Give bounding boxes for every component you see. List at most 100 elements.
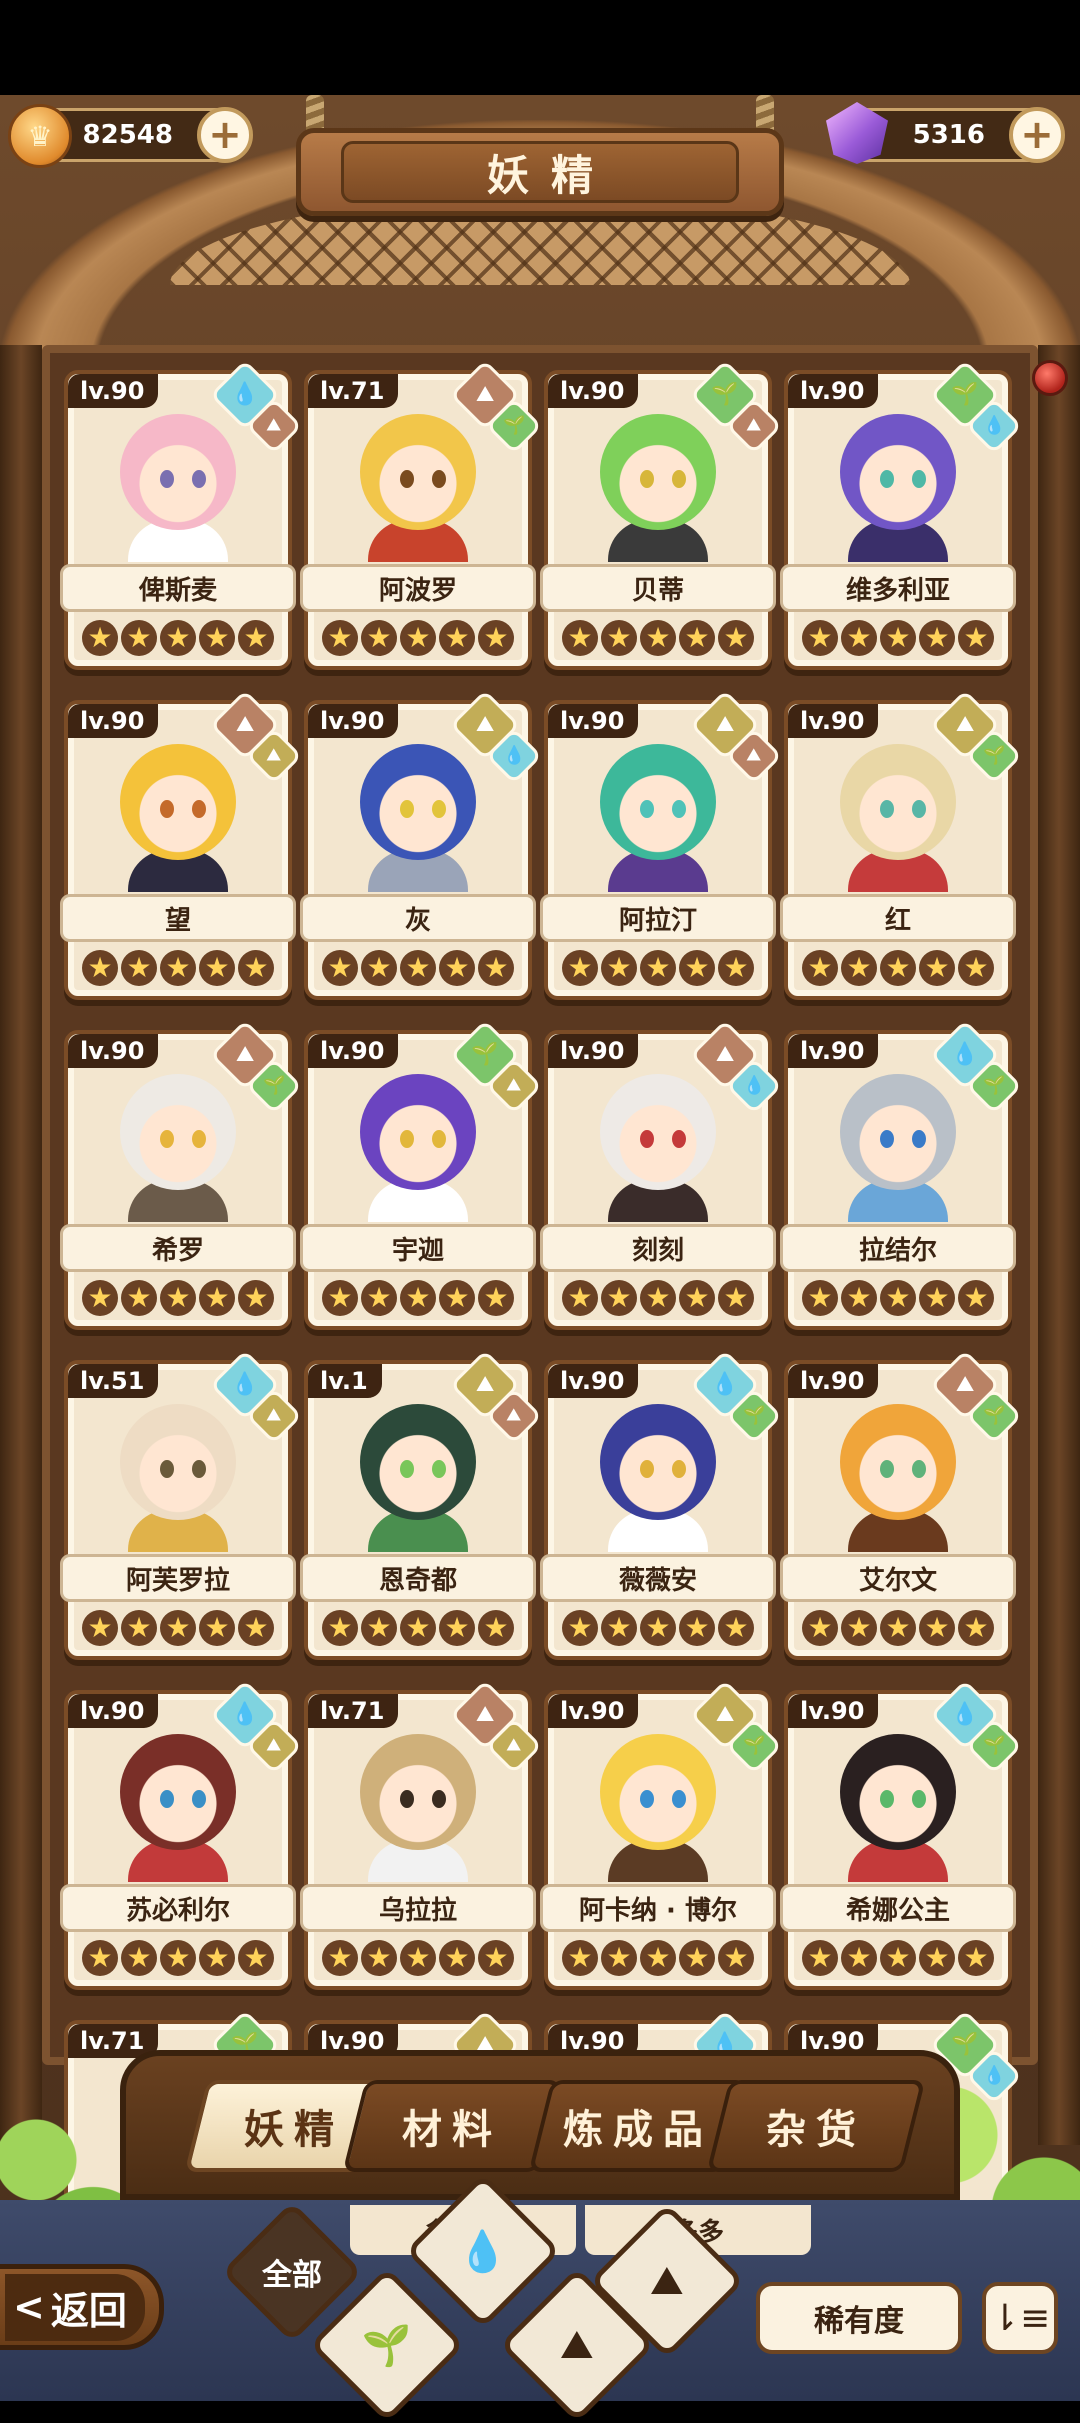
level-label: lv.71 xyxy=(308,1694,399,1728)
fairy-card[interactable]: lv.90 ⛰ 🌱 阿卡纳 · 博尔 ★ ★ ★ ★ ★ xyxy=(540,1679,783,1990)
star-icon: ★ xyxy=(439,950,475,986)
star-icon: ★ xyxy=(238,620,274,656)
fairy-card[interactable]: lv.1 ⛰ ⛰ 恩奇都 ★ ★ ★ ★ ★ xyxy=(300,1349,543,1660)
fairy-card[interactable]: lv.90 ⛰ 🌱 希罗 ★ ★ ★ ★ ★ xyxy=(60,1019,303,1330)
star-rating: ★ ★ ★ ★ ★ xyxy=(68,950,288,990)
fairy-card[interactable]: lv.90 🌱 💧 维多利亚 ★ ★ ★ ★ ★ xyxy=(780,359,1023,670)
star-icon: ★ xyxy=(121,950,157,986)
star-icon: ★ xyxy=(361,950,397,986)
star-icon: ★ xyxy=(640,1940,676,1976)
fairy-card[interactable]: lv.90 ⛰ 🌱 红 ★ ★ ★ ★ ★ xyxy=(780,689,1023,1000)
star-rating: ★ ★ ★ ★ ★ xyxy=(548,1280,768,1320)
fairy-name: 维多利亚 xyxy=(780,564,1016,612)
star-icon: ★ xyxy=(718,620,754,656)
star-icon: ★ xyxy=(841,1610,877,1646)
fairy-card[interactable]: lv.71 ⛰ 🌱 阿波罗 ★ ★ ★ ★ ★ xyxy=(300,359,543,670)
star-icon: ★ xyxy=(121,1940,157,1976)
star-icon: ★ xyxy=(238,950,274,986)
star-icon: ★ xyxy=(802,1280,838,1316)
fairy-card[interactable]: lv.90 💧 🌱 希娜公主 ★ ★ ★ ★ ★ xyxy=(780,1679,1023,1990)
star-icon: ★ xyxy=(400,620,436,656)
level-label: lv.90 xyxy=(308,704,399,738)
back-button[interactable]: < 返回 xyxy=(0,2264,164,2350)
star-icon: ★ xyxy=(400,1940,436,1976)
level-label: lv.51 xyxy=(68,1364,159,1398)
tab-label: 杂货 xyxy=(766,2107,866,2153)
star-icon: ★ xyxy=(601,1610,637,1646)
fairy-card[interactable]: lv.90 ⛰ ⛰ 阿拉汀 ★ ★ ★ ★ ★ xyxy=(540,689,783,1000)
sort-order-button[interactable]: ⇂≡ xyxy=(982,2282,1058,2354)
fairy-name: 乌拉拉 xyxy=(300,1884,536,1932)
add-coins-button[interactable]: + xyxy=(197,107,253,163)
fairy-card[interactable]: lv.90 ⛰ ⛰ 望 ★ ★ ★ ★ ★ xyxy=(60,689,303,1000)
coin-amount: 82548 xyxy=(82,120,173,150)
star-icon: ★ xyxy=(841,950,877,986)
star-icon: ★ xyxy=(160,1610,196,1646)
star-rating: ★ ★ ★ ★ ★ xyxy=(68,620,288,660)
page-title: 妖精 xyxy=(341,141,739,203)
star-rating: ★ ★ ★ ★ ★ xyxy=(548,1610,768,1650)
fairy-card[interactable]: lv.90 💧 🌱 拉结尔 ★ ★ ★ ★ ★ xyxy=(780,1019,1023,1330)
star-icon: ★ xyxy=(199,950,235,986)
star-icon: ★ xyxy=(478,620,514,656)
star-icon: ★ xyxy=(640,620,676,656)
fairy-card[interactable]: lv.90 ⛰ 💧 灰 ★ ★ ★ ★ ★ xyxy=(300,689,543,1000)
fairy-name: 薇薇安 xyxy=(540,1554,776,1602)
back-label: 返回 xyxy=(50,2288,127,2333)
sort-rarity-button[interactable]: 稀有度 xyxy=(756,2282,962,2354)
fairy-name: 俾斯麦 xyxy=(60,564,296,612)
scroll-indicator[interactable] xyxy=(1032,360,1068,396)
star-icon: ★ xyxy=(919,1280,955,1316)
star-icon: ★ xyxy=(640,1280,676,1316)
star-icon: ★ xyxy=(238,1280,274,1316)
star-icon: ★ xyxy=(82,1280,118,1316)
star-icon: ★ xyxy=(82,1610,118,1646)
fairy-card[interactable]: lv.90 💧 🌱 薇薇安 ★ ★ ★ ★ ★ xyxy=(540,1349,783,1660)
sort-icon: ⇂≡ xyxy=(989,2297,1051,2339)
fairy-card[interactable]: lv.90 ⛰ 💧 刻刻 ★ ★ ★ ★ ★ xyxy=(540,1019,783,1330)
star-icon: ★ xyxy=(400,1280,436,1316)
star-icon: ★ xyxy=(121,1280,157,1316)
star-icon: ★ xyxy=(919,950,955,986)
fairy-card[interactable]: lv.51 💧 ⛰ 阿芙罗拉 ★ ★ ★ ★ ★ xyxy=(60,1349,303,1660)
coin-icon: ♛ xyxy=(8,104,72,168)
fairy-card[interactable]: lv.90 💧 ⛰ 苏必利尔 ★ ★ ★ ★ ★ xyxy=(60,1679,303,1990)
star-icon: ★ xyxy=(160,1940,196,1976)
star-icon: ★ xyxy=(199,620,235,656)
star-icon: ★ xyxy=(958,950,994,986)
star-icon: ★ xyxy=(958,620,994,656)
add-gems-button[interactable]: + xyxy=(1009,107,1065,163)
star-rating: ★ ★ ★ ★ ★ xyxy=(788,1940,1008,1980)
star-icon: ★ xyxy=(880,1280,916,1316)
fairy-name: 恩奇都 xyxy=(300,1554,536,1602)
star-rating: ★ ★ ★ ★ ★ xyxy=(308,620,528,660)
star-rating: ★ ★ ★ ★ ★ xyxy=(788,950,1008,990)
star-icon: ★ xyxy=(322,1940,358,1976)
fairy-card[interactable]: lv.90 🌱 ⛰ 宇迦 ★ ★ ★ ★ ★ xyxy=(300,1019,543,1330)
star-icon: ★ xyxy=(718,1280,754,1316)
star-icon: ★ xyxy=(880,620,916,656)
tab-goods[interactable]: 杂货 xyxy=(706,2080,926,2172)
fairy-name: 红 xyxy=(780,894,1016,942)
star-icon: ★ xyxy=(880,1940,916,1976)
tab-label: 妖精 xyxy=(244,2107,344,2153)
fairy-card[interactable]: lv.71 ⛰ ⛰ 乌拉拉 ★ ★ ★ ★ ★ xyxy=(300,1679,543,1990)
level-label: lv.90 xyxy=(308,1034,399,1068)
star-rating: ★ ★ ★ ★ ★ xyxy=(788,620,1008,660)
star-icon: ★ xyxy=(841,1280,877,1316)
fairy-card[interactable]: lv.90 🌱 ⛰ 贝蒂 ★ ★ ★ ★ ★ xyxy=(540,359,783,670)
star-icon: ★ xyxy=(82,620,118,656)
star-icon: ★ xyxy=(199,1610,235,1646)
star-icon: ★ xyxy=(82,1940,118,1976)
gold-mountain-icon: ⛰ xyxy=(560,2321,594,2368)
level-label: lv.90 xyxy=(788,704,879,738)
back-arrow-icon: < xyxy=(13,2285,45,2329)
level-label: lv.90 xyxy=(68,1694,159,1728)
tab-materials[interactable]: 材料 xyxy=(342,2080,562,2172)
fairy-name: 希娜公主 xyxy=(780,1884,1016,1932)
water-drop-icon: 💧 xyxy=(458,2228,508,2275)
star-icon: ★ xyxy=(718,1940,754,1976)
level-label: lv.1 xyxy=(308,1364,382,1398)
fairy-card[interactable]: lv.90 💧 ⛰ 俾斯麦 ★ ★ ★ ★ ★ xyxy=(60,359,303,670)
fairy-card[interactable]: lv.90 ⛰ 🌱 艾尔文 ★ ★ ★ ★ ★ xyxy=(780,1349,1023,1660)
